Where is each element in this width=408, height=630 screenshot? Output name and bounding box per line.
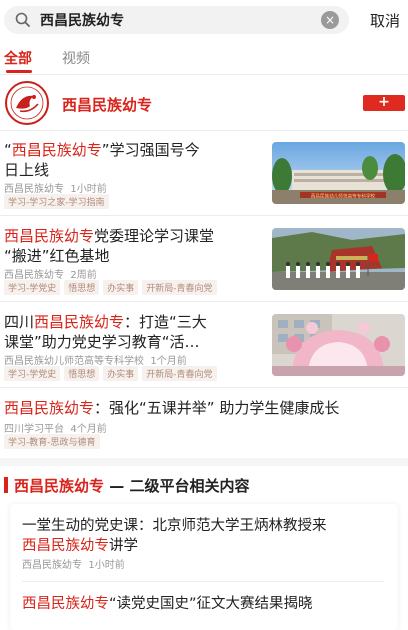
divider <box>0 74 408 75</box>
cancel-button[interactable]: 取消 <box>370 10 400 31</box>
tab-all[interactable]: 全部 <box>4 48 32 68</box>
related-item-title[interactable]: 一堂生动的党史课：北京师范大学王炳林教授来 西昌民族幼专讲学 <box>22 516 388 556</box>
article-title: 四川西昌民族幼专：打造“三大 课堂”助力党史学习教育“活… <box>4 313 207 351</box>
school-logo-icon <box>5 81 49 125</box>
account-row[interactable]: 西昌民族幼专 + <box>0 80 408 126</box>
related-content-card: 一堂生动的党史课：北京师范大学王炳林教授来 西昌民族幼专讲学 西昌民族幼专 1小时… <box>10 504 398 630</box>
tab-bar: 全部 视频 <box>0 46 408 74</box>
article-thumbnail[interactable] <box>272 314 405 376</box>
article-thumbnail[interactable]: 西昌民族幼儿师范高等专科学校 <box>272 142 405 204</box>
article-title: “西昌民族幼专”学习强国号今 日上线 <box>4 141 200 179</box>
article-thumbnail[interactable] <box>272 228 405 290</box>
article-tag[interactable]: 学习-学党史 <box>4 366 61 381</box>
divider <box>0 387 408 388</box>
account-name[interactable]: 西昌民族幼专 <box>62 94 152 115</box>
article-tag[interactable]: 学习-学党史 <box>4 280 61 295</box>
related-item-title[interactable]: 西昌民族幼专“读党史国史”征文大赛结果揭晓 <box>22 594 388 614</box>
article-title: 西昌民族幼专：强化“五课并举” 助力学生健康成长 <box>4 399 340 417</box>
search-icon <box>15 12 30 27</box>
article-item[interactable]: “西昌民族幼专”学习强国号今 日上线 西昌民族幼专 1小时前 学习-学习之家-学习… <box>0 140 408 212</box>
divider <box>0 301 408 302</box>
article-meta: 四川学习平台 4个月前 <box>4 424 107 435</box>
search-input[interactable]: 西昌民族幼专 <box>40 10 321 30</box>
tab-active-indicator <box>6 70 32 73</box>
article-meta: 西昌民族幼儿师范高等专科学校 1个月前 <box>4 356 187 367</box>
article-tag[interactable]: 办实事 <box>103 280 139 295</box>
article-tag[interactable]: 学习-学习之家-学习指南 <box>4 194 109 209</box>
article-tags: 学习-学党史 悟思想 办实事 开新局-青春向党 <box>4 366 217 381</box>
article-meta: 西昌民族幼专 2周前 <box>4 270 97 281</box>
tab-video[interactable]: 视频 <box>62 48 90 68</box>
article-tag[interactable]: 办实事 <box>103 366 139 381</box>
related-item-meta: 西昌民族幼专 1小时前 <box>22 560 125 571</box>
divider <box>0 215 408 216</box>
article-meta: 西昌民族幼专 1小时前 <box>4 184 107 195</box>
divider <box>0 130 408 131</box>
article-tag[interactable]: 悟思想 <box>64 366 100 381</box>
article-tags: 学习-教育-思政与德育 <box>4 434 100 449</box>
section-title: 西昌民族幼专 — 二级平台相关内容 <box>14 477 250 495</box>
article-tag[interactable]: 悟思想 <box>64 280 100 295</box>
section-separator <box>0 458 408 466</box>
article-tag[interactable]: 开新局-青春向党 <box>142 280 217 295</box>
article-item[interactable]: 四川西昌民族幼专：打造“三大 课堂”助力党史学习教育“活… 西昌民族幼儿师范高等专… <box>0 312 408 384</box>
article-tags: 学习-学习之家-学习指南 <box>4 194 109 209</box>
article-tags: 学习-学党史 悟思想 办实事 开新局-青春向党 <box>4 280 217 295</box>
search-bar[interactable]: 西昌民族幼专 × <box>4 6 349 34</box>
section-header: 西昌民族幼专 — 二级平台相关内容 <box>0 472 408 500</box>
article-item[interactable]: 西昌民族幼专：强化“五课并举” 助力学生健康成长 四川学习平台 4个月前 学习-… <box>0 398 408 452</box>
article-tag[interactable]: 学习-教育-思政与德育 <box>4 434 100 449</box>
divider <box>22 581 384 582</box>
article-title: 西昌民族幼专党委理论学习课堂 “搬进”红色基地 <box>4 227 215 265</box>
article-tag[interactable]: 开新局-青春向党 <box>142 366 217 381</box>
article-item[interactable]: 西昌民族幼专党委理论学习课堂 “搬进”红色基地 西昌民族幼专 2周前 学习-学党史… <box>0 226 408 298</box>
follow-button[interactable]: + <box>363 95 405 111</box>
thumbnail-caption: 西昌民族幼儿师范高等专科学校 <box>311 193 376 200</box>
clear-search-icon[interactable]: × <box>321 11 339 29</box>
section-accent-bar <box>4 477 8 493</box>
